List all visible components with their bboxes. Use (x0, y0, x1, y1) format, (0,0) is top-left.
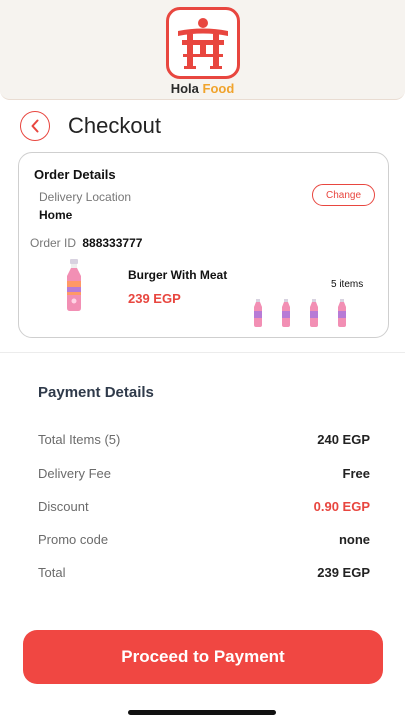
order-id-value: 888333777 (82, 236, 143, 250)
product-price: 239 EGP (128, 291, 181, 306)
payment-row-promo-code: Promo code none (38, 532, 370, 552)
drink-bottle-icon (282, 299, 290, 327)
delivery-location-value: Home (39, 208, 73, 222)
payment-row-value: 0.90 EGP (313, 499, 370, 514)
payment-row-label: Discount (38, 499, 89, 514)
product-image (67, 259, 81, 311)
product-thumbnails (253, 299, 373, 329)
order-details-title: Order Details (34, 167, 116, 182)
product-name: Burger With Meat (128, 268, 228, 282)
payment-row-value: Free (342, 466, 370, 481)
payment-row-label: Promo code (38, 532, 109, 547)
order-id-label: Order ID (30, 236, 77, 250)
payment-details-title: Payment Details (38, 384, 154, 401)
payment-row-label: Total Items (5) (38, 432, 121, 447)
drink-bottle-icon (310, 299, 318, 327)
home-indicator[interactable] (128, 710, 276, 715)
back-button[interactable] (20, 111, 50, 141)
items-count: 5 items (331, 279, 364, 290)
page-title: Checkout (68, 113, 161, 138)
proceed-to-payment-button[interactable]: Proceed to Payment (23, 630, 383, 684)
section-divider (0, 352, 405, 353)
order-id: Order ID 888333777 (30, 236, 142, 250)
payment-row-value: 240 EGP (317, 432, 370, 447)
brand-name-part2: Food (202, 81, 235, 96)
app-header: Hola Food (0, 0, 405, 100)
payment-row-total-items: Total Items (5) 240 EGP (38, 432, 370, 452)
order-details-card: Order Details Delivery Location Home Cha… (18, 152, 389, 338)
drink-bottle-icon (254, 299, 262, 327)
brand-name-part1: Hola (170, 81, 199, 96)
drink-bottle-icon (338, 299, 346, 327)
torii-gate-icon (178, 18, 228, 69)
payment-row-value: 239 EGP (317, 565, 370, 580)
payment-row-label: Total (38, 565, 66, 580)
delivery-location-label: Delivery Location (39, 190, 132, 204)
chevron-left-icon (31, 119, 39, 133)
payment-row-discount: Discount 0.90 EGP (38, 499, 370, 519)
payment-row-delivery-fee: Delivery Fee Free (38, 466, 370, 486)
change-location-button[interactable]: Change (312, 184, 375, 206)
payment-row-total: Total 239 EGP (38, 565, 370, 585)
payment-row-value: none (338, 532, 370, 547)
app-logo (166, 7, 240, 79)
brand-name: Hola Food (0, 81, 405, 96)
payment-row-label: Delivery Fee (38, 466, 111, 481)
